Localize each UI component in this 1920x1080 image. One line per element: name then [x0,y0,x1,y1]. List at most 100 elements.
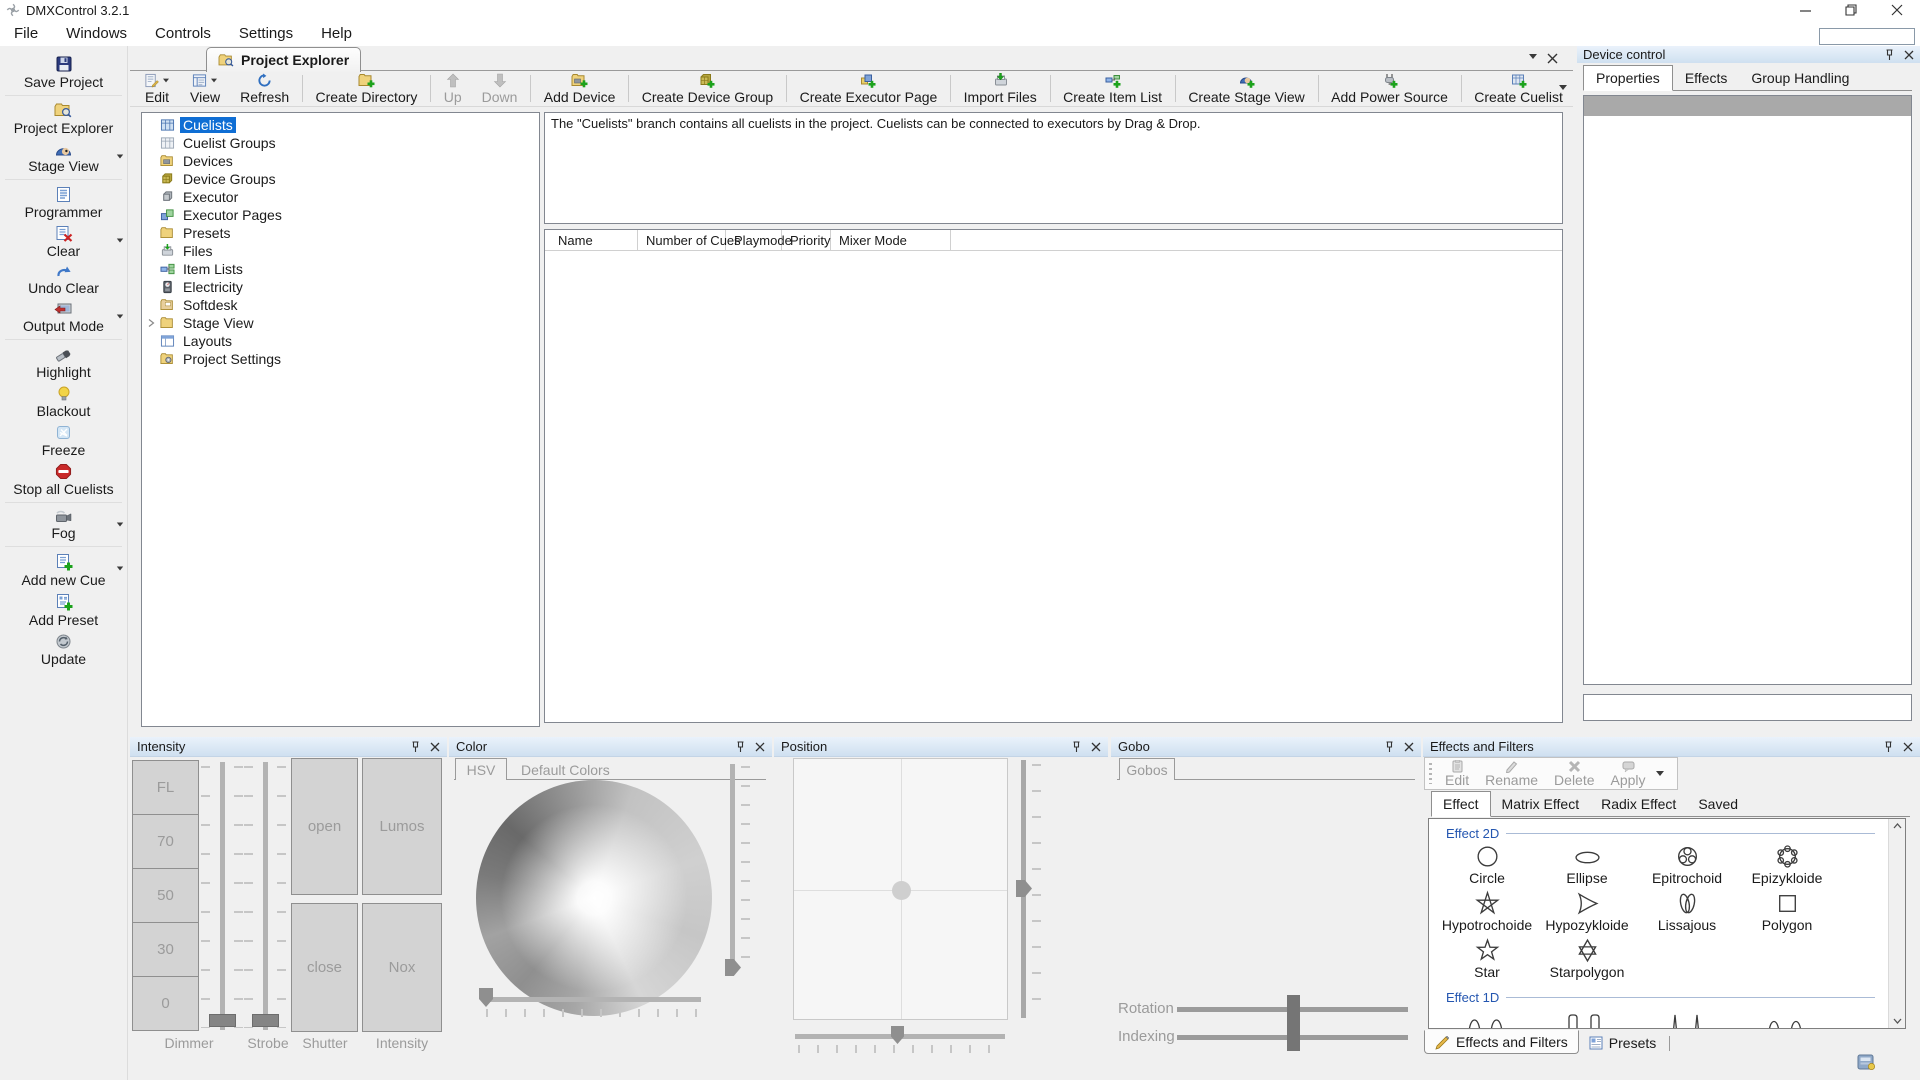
update-button[interactable]: Update [0,630,127,669]
close-panel-icon[interactable] [430,742,440,752]
view-dropdown-icon[interactable] [211,79,217,83]
tilt-slider-thumb[interactable] [1016,880,1032,897]
column-header-mixer-mode[interactable]: Mixer Mode [831,230,951,250]
effect-rename-button[interactable]: Rename [1477,760,1546,787]
stop-all-cuelists-button[interactable]: Stop all Cuelists [0,460,127,499]
intensity-nox-button[interactable]: Nox [362,903,442,1032]
effect-item-square-wave[interactable] [1537,1006,1637,1029]
tree-item-cuelists[interactable]: Cuelists [142,116,539,134]
effect-item-epizykloide[interactable]: Epizykloide [1737,842,1837,889]
effect-item-hypozykloide[interactable]: Hypozykloide [1537,889,1637,936]
import-files-button[interactable]: Import Files [954,71,1047,106]
effect-item-lissajous[interactable]: Lissajous [1637,889,1737,936]
create-cuelist-button[interactable]: Create Cuelist [1464,71,1573,106]
scroll-down-icon[interactable] [1893,1018,1902,1024]
effects-scrollbar[interactable] [1888,819,1905,1028]
tree-item-executor[interactable]: Executor [142,188,539,206]
close-panel-icon[interactable] [1904,50,1914,60]
tab-effects[interactable]: Effects [1673,66,1740,90]
effect-item-circle[interactable]: Circle [1437,842,1537,889]
tab-hsv[interactable]: HSV [455,758,507,780]
programmer-button[interactable]: Programmer [0,183,127,222]
tree-item-stage-view[interactable]: Stage View [142,314,539,332]
pin-icon[interactable] [1072,741,1081,753]
status-tray-icon[interactable] [1856,1052,1876,1072]
pin-icon[interactable] [736,741,745,753]
tab-default-colors[interactable]: Default Colors [521,762,610,778]
add-preset-button[interactable]: Add Preset [0,590,127,630]
stage-view-dropdown-icon[interactable] [117,155,123,159]
tree-item-layouts[interactable]: Layouts [142,332,539,350]
minimize-button[interactable] [1782,0,1828,20]
pin-icon[interactable] [1884,741,1893,753]
blackout-button[interactable]: Blackout [0,382,127,421]
tree-item-project-settings[interactable]: Project Settings [142,350,539,368]
fog-dropdown-icon[interactable] [117,523,123,527]
fog-button[interactable]: Fog [0,506,127,543]
menu-windows[interactable]: Windows [52,20,141,46]
add-power-source-button[interactable]: Add Power Source [1321,71,1458,106]
menu-file[interactable]: File [0,20,52,46]
menu-settings[interactable]: Settings [225,20,307,46]
edit-button[interactable]: Edit [134,71,180,106]
quick-search-field[interactable] [1819,28,1915,45]
tree-item-presets[interactable]: Presets [142,224,539,242]
effect-delete-button[interactable]: Delete [1546,760,1602,787]
add-device-button[interactable]: Add Device [534,71,626,106]
effect-item-star[interactable]: Star [1437,936,1537,983]
dimmer-slider-thumb[interactable] [209,1014,236,1027]
add-new-cue-dropdown-icon[interactable] [117,567,123,571]
value-slider-thumb[interactable] [725,959,741,976]
pin-icon[interactable] [1385,741,1394,753]
stage-view-button[interactable]: Stage View [0,138,127,176]
dimmer-slider[interactable] [220,762,225,1030]
tree-item-softdesk[interactable]: Softdesk [142,296,539,314]
intensity-preset-50[interactable]: 50 [132,868,199,923]
effect-item-starpolygon[interactable]: Starpolygon [1537,936,1637,983]
clear-button[interactable]: Clear [0,222,127,261]
tab-close-icon[interactable] [1547,53,1558,64]
tab-radix-effect[interactable]: Radix Effect [1590,792,1687,816]
project-explorer-button[interactable]: Project Explorer [0,99,127,138]
create-device-group-button[interactable]: Create Device Group [632,71,784,106]
tree-item-executor-pages[interactable]: Executor Pages [142,206,539,224]
effect-item-ellipse[interactable]: Ellipse [1537,842,1637,889]
intensity-preset-fl[interactable]: FL [132,760,199,815]
effect-item-spike-wave[interactable] [1637,1006,1737,1029]
up-button[interactable]: Up [434,71,472,106]
apply-dropdown-icon[interactable] [1656,771,1664,776]
pin-icon[interactable] [411,741,420,753]
toolbar-grip[interactable] [1429,763,1432,784]
hsv-color-wheel[interactable] [476,780,712,1016]
pin-icon[interactable] [1885,49,1894,61]
column-header-playmode[interactable]: Playmode [726,230,782,250]
column-header-name[interactable]: Name [545,230,638,250]
tab-properties[interactable]: Properties [1583,65,1673,91]
effect-apply-button[interactable]: Apply [1603,760,1654,787]
toolbar-overflow-icon[interactable] [1559,85,1567,90]
effect-item-round-wave[interactable] [1737,1006,1837,1029]
pan-slider-thumb[interactable] [891,1026,904,1044]
tree-item-devices[interactable]: Devices [142,152,539,170]
tree-item-cuelist-groups[interactable]: Cuelist Groups [142,134,539,152]
save-project-button[interactable]: Save Project [0,52,127,92]
scroll-up-icon[interactable] [1893,823,1902,829]
intensity-lumos-button[interactable]: Lumos [362,758,442,895]
effect-edit-button[interactable]: Edit [1437,760,1477,787]
create-executor-page-button[interactable]: Create Executor Page [790,71,948,106]
tab-effect[interactable]: Effect [1431,791,1491,817]
tree-item-device-groups[interactable]: Device Groups [142,170,539,188]
refresh-button[interactable]: Refresh [230,71,299,106]
tab-list-dropdown-icon[interactable] [1529,54,1537,59]
menu-controls[interactable]: Controls [141,20,225,46]
tree-item-item-lists[interactable]: Item Lists [142,260,539,278]
effect-item-wave[interactable] [1437,1006,1537,1029]
intensity-preset-30[interactable]: 30 [132,922,199,977]
tab-matrix-effect[interactable]: Matrix Effect [1491,792,1591,816]
intensity-preset-70[interactable]: 70 [132,814,199,869]
saturation-slider[interactable] [483,997,701,1002]
create-stage-view-button[interactable]: Create Stage View [1178,71,1314,106]
create-directory-button[interactable]: Create Directory [305,71,427,106]
saturation-slider-thumb[interactable] [479,988,493,1007]
shutter-close-button[interactable]: close [291,903,358,1032]
